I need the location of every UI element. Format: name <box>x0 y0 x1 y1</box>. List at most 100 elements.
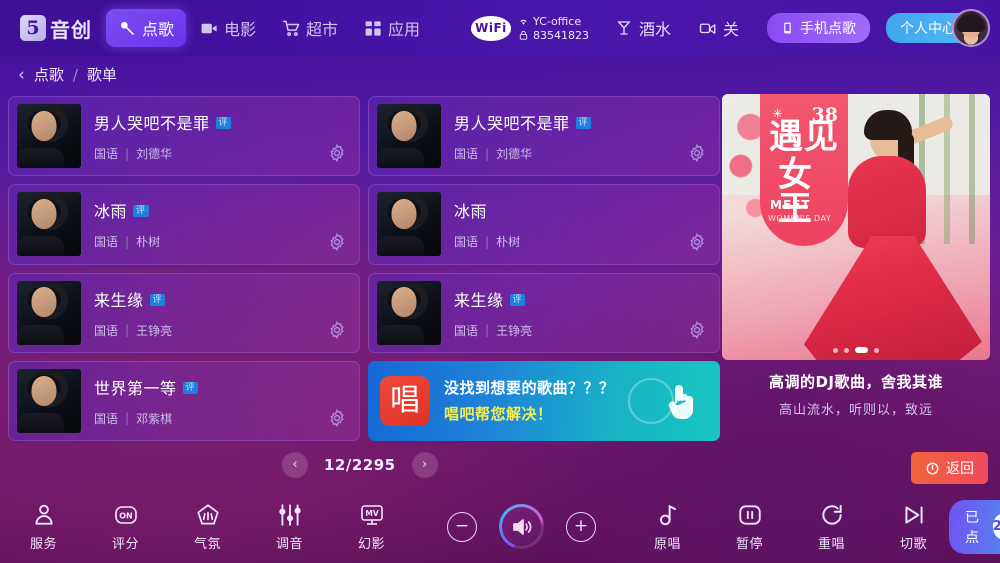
microphone-icon <box>118 19 137 38</box>
nav-item-song-selection[interactable]: 点歌 <box>106 9 187 47</box>
thumb-face <box>31 375 57 406</box>
promo-line-2: 唱吧帮您解决！ <box>444 405 553 424</box>
ad-title-tag: ✳ 38 遇见 女王 MEET WOMEN'S DAY <box>760 94 848 246</box>
queue-count: 28 <box>992 514 1000 539</box>
song-thumbnail <box>17 280 81 345</box>
nav-label: 超市 <box>306 20 339 39</box>
replay-icon <box>819 502 845 528</box>
wifi-status[interactable]: WiFi YC-office 83541823 <box>470 14 589 42</box>
song-score-badge: 评 <box>509 293 526 306</box>
song-settings-gear-icon[interactable] <box>687 232 707 252</box>
toolbar-item-mv[interactable]: MV 幻影 <box>336 502 407 552</box>
lock-icon <box>519 30 528 40</box>
song-artist: 邓紫棋 <box>136 411 173 426</box>
song-title: 男人哭吧不是罪 <box>94 114 210 134</box>
carousel-dot-active[interactable] <box>855 347 868 353</box>
original-vocal-note-icon <box>655 502 681 528</box>
meta-separator: | <box>125 234 130 249</box>
wifi-password-line: 83541823 <box>518 29 589 42</box>
toolbar-item-tuning[interactable]: 调音 <box>254 502 325 552</box>
mobile-phone-icon <box>784 22 791 34</box>
song-thumbnail <box>377 192 441 257</box>
pagination-prev-button[interactable]: ‹ <box>282 452 308 478</box>
toolbar-item-replay[interactable]: 重唱 <box>796 502 867 552</box>
thumb-face <box>31 199 57 230</box>
pagination: ‹ 12/2295 › <box>282 452 438 478</box>
svg-text:ON: ON <box>119 511 133 520</box>
song-list-item[interactable]: 来生缘 评 国语 | 王铮亮 <box>8 272 360 353</box>
phone-order-button[interactable]: 手机点歌 <box>767 13 870 43</box>
song-score-badge: 评 <box>133 205 149 218</box>
song-settings-gear-icon[interactable] <box>687 143 707 163</box>
carousel-dots[interactable] <box>833 347 879 353</box>
thumb-face <box>391 110 417 141</box>
song-list-item[interactable]: 冰雨 国语 | 朴树 <box>368 184 720 265</box>
song-settings-gear-icon[interactable] <box>327 408 347 428</box>
song-title: 来生缘 <box>94 290 144 310</box>
song-settings-gear-icon[interactable] <box>327 232 347 252</box>
song-list-item[interactable]: 冰雨 评 国语 | 朴树 <box>8 184 360 265</box>
toolbar-item-original-vocal[interactable]: 原唱 <box>632 502 703 552</box>
wifi-ssid: YC-office <box>532 14 582 28</box>
song-title: 来生缘 <box>454 290 504 310</box>
header-item-video-toggle[interactable]: 关 <box>699 16 739 40</box>
song-score-badge: 评 <box>149 293 166 306</box>
breadcrumb-back-icon[interactable]: ‹ <box>18 65 25 85</box>
nav-item-movies[interactable]: 电影 <box>188 9 268 47</box>
queue-label: 已点 <box>965 509 979 546</box>
changba-logo-icon: 唱 <box>380 375 430 426</box>
pagination-next-button[interactable]: › <box>411 452 438 478</box>
song-settings-gear-icon[interactable] <box>327 143 347 163</box>
speaker-volume-icon[interactable] <box>499 504 544 549</box>
promotion-image[interactable]: ✳ 38 遇见 女王 MEET WOMEN'S DAY <box>722 94 990 360</box>
song-language: 国语 <box>454 147 479 162</box>
carousel-dot[interactable] <box>874 347 879 353</box>
toolbar-item-skip[interactable]: 切歌 <box>878 502 949 552</box>
song-list-item[interactable]: 男人哭吧不是罪 评 国语 | 刘德华 <box>368 96 720 177</box>
wifi-password: 83541823 <box>532 28 589 42</box>
song-title-row: 男人哭吧不是罪 评 <box>454 110 711 134</box>
song-score-badge: 评 <box>215 117 232 130</box>
song-artist: 王铮亮 <box>136 323 173 338</box>
song-list-item[interactable]: 男人哭吧不是罪 评 国语 | 刘德华 <box>8 96 360 177</box>
ad-en-line-1: MEET <box>770 198 811 212</box>
thumb-face <box>391 287 417 318</box>
toolbar-item-service[interactable]: 服务 <box>8 502 79 552</box>
song-settings-gear-icon[interactable] <box>327 320 347 340</box>
nav-item-apps[interactable]: 应用 <box>352 9 432 47</box>
thumb-body <box>17 324 65 345</box>
promo-banner[interactable]: 唱 没找到想要的歌曲？？？ 唱吧帮您解决！ <box>368 360 720 441</box>
song-info: 来生缘 评 国语 | 王铮亮 <box>441 287 711 339</box>
song-meta: 国语 | 王铮亮 <box>94 322 351 339</box>
film-camera-icon <box>200 19 219 38</box>
nav-item-market[interactable]: 超市 <box>270 9 350 47</box>
avatar[interactable] <box>952 9 990 47</box>
carousel-dot[interactable] <box>844 347 849 353</box>
song-artist: 王铮亮 <box>496 323 533 338</box>
user-center-wrap: 个人中心 <box>886 9 990 47</box>
toolbar-item-scoring[interactable]: ON 评分 <box>90 502 161 552</box>
model-bodice <box>848 156 926 248</box>
toolbar-item-atmosphere[interactable]: 气氛 <box>172 502 243 552</box>
model-gown <box>804 236 982 360</box>
song-settings-gear-icon[interactable] <box>687 320 707 340</box>
apps-grid-icon <box>364 19 383 38</box>
carousel-dot[interactable] <box>833 347 838 353</box>
volume-increase-button[interactable]: + <box>566 511 596 542</box>
thumb-face <box>31 287 57 318</box>
toolbar-item-pause[interactable]: 暂停 <box>714 502 785 552</box>
queued-songs-button[interactable]: 已点 28 <box>949 499 1000 554</box>
volume-decrease-button[interactable]: − <box>447 511 477 542</box>
song-list-item[interactable]: 来生缘 评 国语 | 王铮亮 <box>368 272 720 353</box>
header-item-drinks[interactable]: 酒水 <box>615 16 671 40</box>
meta-separator: | <box>485 234 490 249</box>
pause-icon <box>737 502 763 528</box>
song-info: 来生缘 评 国语 | 王铮亮 <box>81 287 351 339</box>
song-list-item[interactable]: 世界第一等 评 国语 | 邓紫棋 <box>8 360 360 441</box>
return-button[interactable]: 返回 <box>911 452 988 484</box>
song-language: 国语 <box>94 411 119 426</box>
thumb-face <box>31 110 57 141</box>
breadcrumb-current: 歌单 <box>86 66 117 84</box>
breadcrumb-root[interactable]: 点歌 <box>34 64 64 85</box>
thumb-body <box>377 324 425 345</box>
